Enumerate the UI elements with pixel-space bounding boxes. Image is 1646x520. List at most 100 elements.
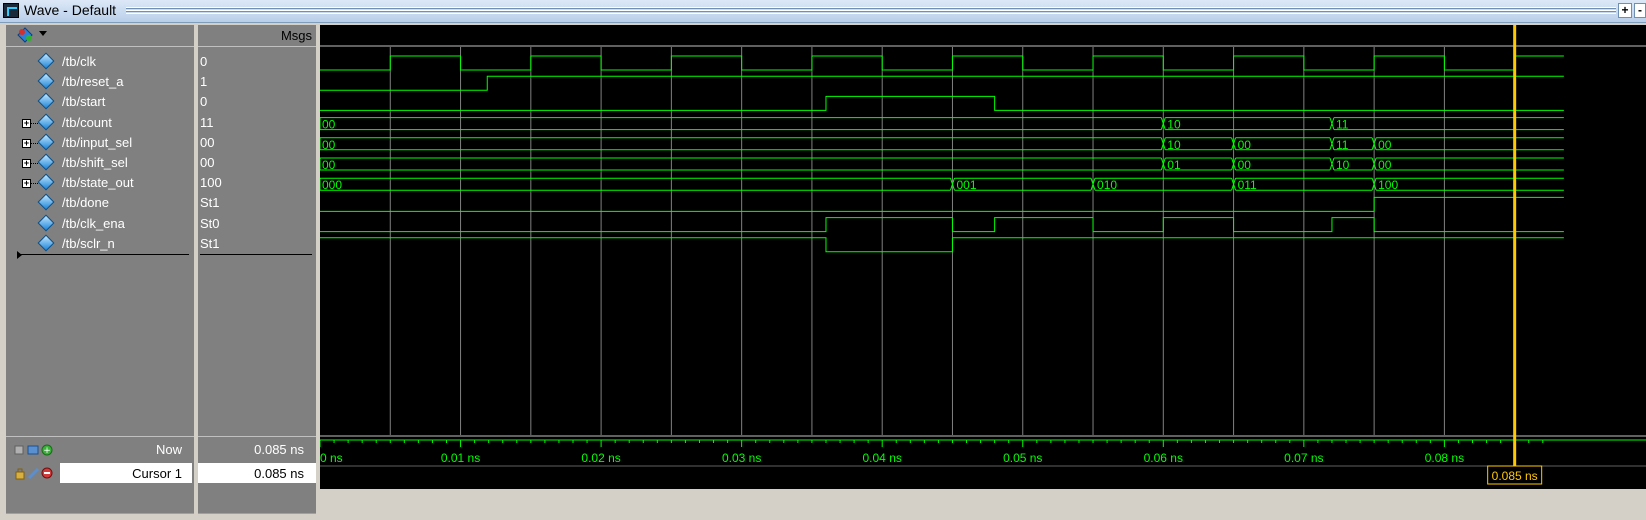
cursor-divider-value (200, 254, 312, 255)
svg-text:+: + (43, 446, 51, 456)
waveform-pane[interactable]: 00 10 11 00 10 00 11 00 00 01 00 10 00 000 001 010 011 10… (320, 25, 1646, 519)
signal-value-row[interactable]: 00 (198, 153, 316, 173)
signal-value-row[interactable]: 11 (198, 113, 316, 133)
signal-name[interactable]: /tb/reset_a (62, 74, 123, 89)
time-tick-label: 0.07 ns (1284, 451, 1323, 465)
expand-icon[interactable]: + (22, 179, 31, 189)
signal-row[interactable]: /tb/clk (6, 52, 194, 72)
shift-sel-bus-value-label: 10 (1336, 158, 1350, 172)
cursor-divider (17, 251, 189, 259)
signal-value-row[interactable]: St0 (198, 214, 316, 234)
tree-connector (31, 163, 38, 164)
signal-value-row[interactable]: 1 (198, 72, 316, 92)
now-row: + Now (6, 438, 194, 461)
window-title: Wave - Default (24, 2, 117, 18)
count-bus-value-label: 00 (322, 118, 336, 132)
state-out-bus-value-label: 010 (1097, 178, 1117, 192)
input-sel-bus-value-label: 10 (1167, 138, 1181, 152)
palette-icon[interactable] (16, 27, 34, 43)
time-tick-label: 0.06 ns (1144, 451, 1183, 465)
signal-diamond-icon (37, 113, 55, 131)
chevron-down-icon[interactable] (39, 31, 47, 36)
wave-scrollbar (320, 489, 1646, 519)
signal-row[interactable]: /tb/sclr_n (6, 234, 194, 254)
signal-value: 00 (200, 134, 215, 150)
signal-value-row[interactable]: 0 (198, 92, 316, 112)
signal-diamond-icon (37, 193, 55, 211)
clk-wave (320, 55, 1564, 71)
signal-row[interactable]: /tb/start (6, 92, 194, 112)
tree-connector (31, 183, 38, 185)
signal-name-pane[interactable]: /tb/clk/tb/reset_a/tb/start + /tb/count + /t… (6, 25, 194, 520)
signal-value-row[interactable]: 0 (198, 52, 316, 72)
signal-diamond-icon (37, 72, 55, 90)
time-tick-label: 0.03 ns (722, 451, 761, 465)
expand-icon[interactable]: + (22, 159, 31, 168)
minimize-button[interactable]: - (1634, 3, 1646, 18)
signal-value-row[interactable]: 100 (198, 173, 316, 193)
signal-value: 11 (200, 114, 214, 130)
now-toolbar-icons[interactable]: + (14, 444, 56, 456)
signal-name[interactable]: /tb/clk (62, 54, 96, 69)
signal-value-row[interactable]: St1 (198, 193, 316, 213)
signal-value: 00 (200, 155, 215, 170)
signal-diamond-icon (37, 52, 55, 70)
signal-value: St1 (200, 235, 220, 251)
tree-connector (31, 122, 38, 124)
signal-row[interactable]: + /tb/count (6, 113, 194, 133)
now-value: 0.085 ns (254, 442, 304, 457)
input-sel-bus-value-label: 11 (1336, 138, 1349, 152)
expand-icon[interactable]: + (22, 138, 31, 148)
state-out-bus-value-label: 011 (1238, 178, 1257, 192)
titlebar-grip[interactable] (126, 7, 1616, 14)
cursor-lock-icons[interactable] (14, 467, 56, 480)
signal-value-row[interactable]: 00 (198, 133, 316, 153)
input-sel-bus-value-label: 00 (322, 138, 336, 152)
signal-value-pane[interactable]: Msgs 0 1 0 11 00 00 100 St1 St0 St1 0.085 ns 0.08… (198, 25, 316, 520)
signal-value: 0 (200, 94, 208, 110)
signal-name[interactable]: /tb/state_out (62, 175, 134, 190)
signal-name[interactable]: /tb/done (62, 195, 109, 210)
waveform-canvas[interactable]: 00 10 1100 10 00 11 0000 01 00 10 00000 001 010 011 10… (320, 25, 1646, 519)
signal-value-row[interactable]: St1 (198, 234, 316, 254)
time-tick-label: 0.05 ns (1003, 451, 1042, 465)
signal-name[interactable]: /tb/sclr_n (62, 236, 115, 251)
signal-row[interactable]: + /tb/state_out (6, 173, 194, 193)
cursor-row[interactable]: Cursor 1 (6, 462, 194, 485)
signal-name[interactable]: /tb/start (62, 94, 105, 109)
tree-connector (31, 142, 38, 144)
cursor-value[interactable]: 0.085 ns (254, 466, 304, 481)
time-tick-label: 0 ns (320, 451, 343, 465)
cursor-flag-label: 0.085 ns (1492, 469, 1538, 483)
shift-sel-bus-value-label: 01 (1167, 158, 1181, 172)
signal-row[interactable]: + /tb/input_sel (6, 133, 194, 153)
expand-icon[interactable]: + (22, 118, 31, 128)
shift-sel-bus-value-label: 00 (1378, 158, 1392, 172)
signal-value: 100 (200, 175, 222, 191)
signal-name[interactable]: /tb/shift_sel (62, 155, 128, 170)
input-sel-bus-value-label: 00 (1238, 138, 1252, 152)
cursor-value-row[interactable]: 0.085 ns (198, 462, 316, 485)
reset-a-wave (320, 75, 1564, 91)
signal-diamond-icon (37, 234, 55, 252)
signal-row[interactable]: /tb/reset_a (6, 72, 194, 92)
signal-name[interactable]: /tb/count (62, 115, 112, 130)
signal-name[interactable]: /tb/input_sel (62, 135, 132, 150)
state-out-bus-value-label: 001 (956, 178, 976, 192)
window-titlebar[interactable]: Wave - Default + - (0, 0, 1646, 23)
signal-row[interactable]: /tb/done (6, 193, 194, 213)
done-wave (320, 196, 1564, 212)
signal-name[interactable]: /tb/clk_ena (62, 216, 125, 231)
signal-row[interactable]: + /tb/shift_sel (6, 153, 194, 173)
signal-value: 1 (200, 74, 208, 90)
signal-row[interactable]: /tb/clk_ena (6, 214, 194, 234)
now-label: Now (155, 442, 182, 457)
maximize-button[interactable]: + (1618, 3, 1632, 18)
time-tick-label: 0.01 ns (441, 451, 480, 465)
time-tick-label: 0.04 ns (863, 451, 902, 465)
shift-sel-bus-value-label: 00 (1238, 158, 1252, 172)
cursor-name[interactable]: Cursor 1 (132, 466, 182, 481)
sclr-n-wave (320, 237, 1564, 253)
signal-diamond-icon (37, 173, 55, 191)
value-pane-header: Msgs (198, 25, 316, 47)
